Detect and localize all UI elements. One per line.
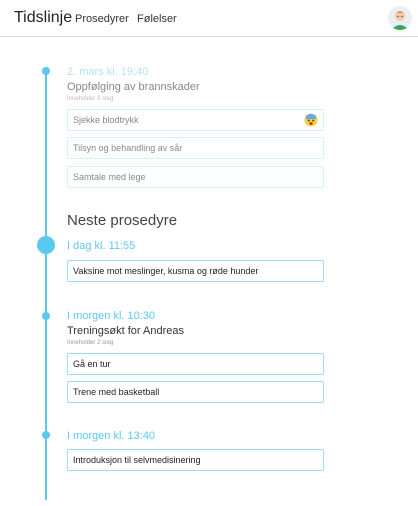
step-item[interactable]: Introduksjon til selvmedisinering xyxy=(67,449,324,471)
timeline-dot-current xyxy=(37,236,55,254)
step-label: Vaksine mot meslinger, kusma og røde hun… xyxy=(73,266,259,276)
timeline-dot-past xyxy=(42,67,50,75)
step-item[interactable]: Trene med basketball xyxy=(67,381,324,403)
step-label: Introduksjon til selvmedisinering xyxy=(73,455,201,465)
event-time-today: I dag kl. 11:55 xyxy=(67,240,136,252)
event-time-tomorrow-2: I morgen kl. 13:40 xyxy=(67,430,156,442)
app-title: Tidslinje xyxy=(14,9,73,26)
nav-link-folelser[interactable]: Følelser xyxy=(137,13,177,25)
event-subtitle-tomorrow-1: Inneholder 2 steg xyxy=(67,340,114,346)
event-title-tomorrow-1: Treningsøkt for Andreas xyxy=(67,325,184,337)
step-item[interactable]: Gå en tur xyxy=(67,353,324,375)
timeline-dot-tomorrow-2 xyxy=(42,431,50,439)
event-time-tomorrow-1: I morgen kl. 10:30 xyxy=(67,310,156,322)
step-label: Trene med basketball xyxy=(73,387,160,397)
step-item[interactable]: Sjekke blodtrykk xyxy=(67,109,324,131)
user-avatar-icon[interactable] xyxy=(388,6,412,30)
anxious-face-icon xyxy=(304,113,318,127)
event-time-past: 2. mars kl. 19:40 xyxy=(67,66,149,78)
event-subtitle-past: Inneholder 3 steg xyxy=(67,96,114,102)
step-label: Tilsyn og behandling av sår xyxy=(73,143,183,153)
nav-link-prosedyrer[interactable]: Prosedyrer xyxy=(75,13,129,25)
top-navigation-bar: Tidslinje Prosedyrer Følelser xyxy=(0,0,418,37)
step-label: Samtale med lege xyxy=(73,172,146,182)
step-label: Sjekke blodtrykk xyxy=(73,115,139,125)
section-heading-next: Neste prosedyre xyxy=(67,212,178,229)
event-title-past: Oppfølging av brannskader xyxy=(67,81,200,93)
timeline-dot-tomorrow-1 xyxy=(42,312,50,320)
step-item[interactable]: Vaksine mot meslinger, kusma og røde hun… xyxy=(67,260,324,282)
step-item[interactable]: Tilsyn og behandling av sår xyxy=(67,137,324,159)
step-item[interactable]: Samtale med lege xyxy=(67,166,324,188)
step-label: Gå en tur xyxy=(73,359,111,369)
